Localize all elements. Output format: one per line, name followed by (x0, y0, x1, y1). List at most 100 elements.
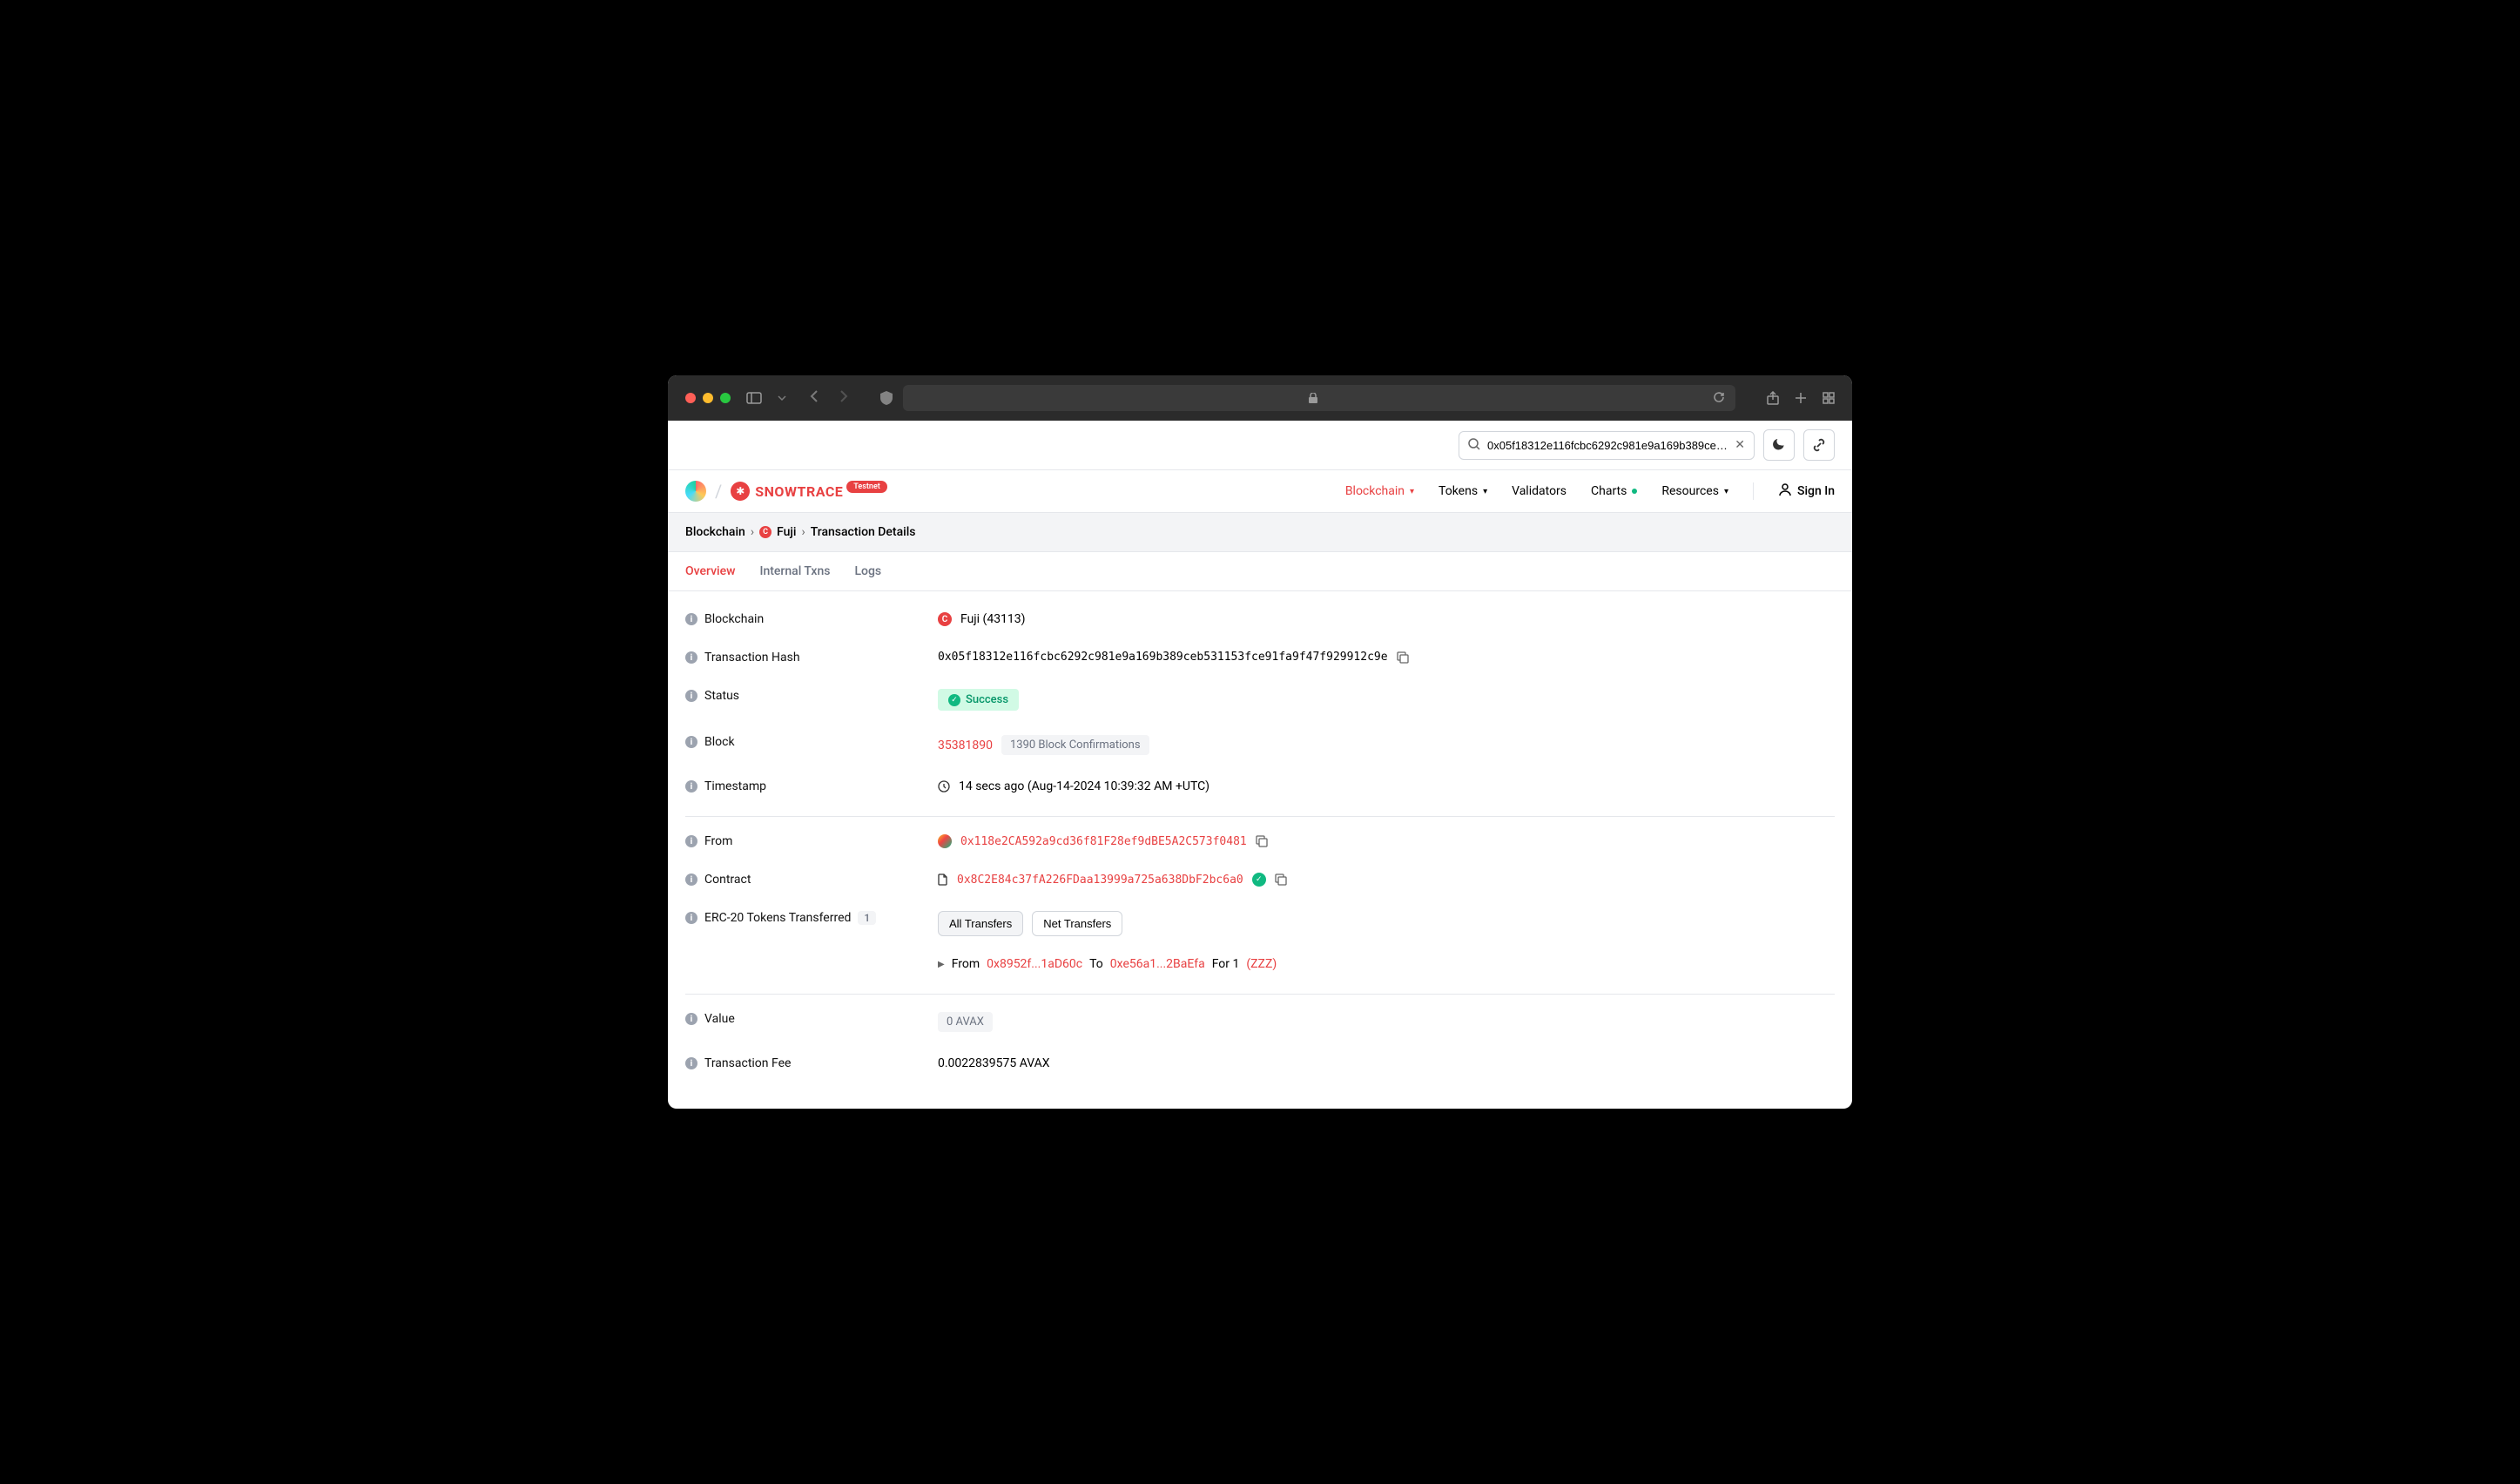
nav-divider (1753, 482, 1754, 500)
search-input[interactable] (1487, 439, 1728, 452)
transaction-details: i Blockchain C Fuji (43113) i Transactio… (668, 591, 1852, 1109)
chrome-right (1767, 391, 1835, 405)
maximize-window-button[interactable] (720, 393, 731, 403)
row-erc20: i ERC-20 Tokens Transferred 1 All Transf… (685, 899, 1835, 983)
info-icon[interactable]: i (685, 690, 697, 702)
label-text: Timestamp (704, 779, 766, 793)
chevron-down-icon: ▾ (1410, 487, 1414, 496)
nav-label: Tokens (1439, 484, 1478, 498)
main-nav: / ✱ SNOWTRACE Testnet Blockchain ▾ Token… (668, 470, 1852, 513)
search-box[interactable]: ✕ (1459, 431, 1755, 460)
label: i From (685, 834, 938, 848)
row-value: i Value 0 AVAX (685, 994, 1835, 1044)
nav-blockchain[interactable]: Blockchain ▾ (1345, 484, 1414, 498)
value: All Transfers Net Transfers ▶ From 0x895… (938, 911, 1835, 971)
theme-toggle-button[interactable] (1763, 429, 1795, 461)
label-text: Transaction Hash (704, 651, 800, 664)
info-icon[interactable]: i (685, 1057, 697, 1069)
value: 0x05f18312e116fcbc6292c981e9a169b389ceb5… (938, 651, 1835, 664)
transfer-from-link[interactable]: 0x8952f...1aD60c (987, 957, 1082, 971)
breadcrumb-separator: › (751, 525, 754, 539)
new-tab-icon[interactable] (1795, 391, 1807, 405)
back-button[interactable] (809, 389, 819, 407)
nav-validators[interactable]: Validators (1512, 484, 1567, 498)
value: C Fuji (43113) (938, 612, 1835, 626)
url-bar[interactable] (903, 385, 1735, 411)
block-link[interactable]: 35381890 (938, 739, 993, 752)
chrome-left (685, 389, 849, 407)
status-badge: ✓ Success (938, 689, 1019, 711)
row-hash: i Transaction Hash 0x05f18312e116fcbc629… (685, 638, 1835, 677)
search-icon (1468, 437, 1480, 454)
transfer-token-link[interactable]: (ZZZ) (1246, 957, 1277, 971)
label: i Status (685, 689, 938, 703)
privacy-shield-icon[interactable] (880, 391, 893, 405)
tab-internal-txns[interactable]: Internal Txns (759, 552, 830, 590)
signin-button[interactable]: Sign In (1778, 482, 1835, 500)
transfer-tabs: All Transfers Net Transfers (938, 911, 1122, 936)
info-icon[interactable]: i (685, 736, 697, 748)
info-icon[interactable]: i (685, 912, 697, 924)
label-text: Contract (704, 873, 751, 887)
label: i Blockchain (685, 612, 938, 626)
info-icon[interactable]: i (685, 835, 697, 847)
nav-tokens[interactable]: Tokens ▾ (1439, 484, 1487, 498)
share-icon[interactable] (1767, 391, 1779, 405)
traffic-lights (685, 393, 731, 403)
clear-search-icon[interactable]: ✕ (1735, 438, 1745, 452)
row-timestamp: i Timestamp 14 secs ago (Aug-14-2024 10:… (685, 767, 1835, 806)
value: 0 AVAX (938, 1012, 1835, 1032)
copy-icon[interactable] (1256, 835, 1268, 847)
breadcrumb-separator: › (801, 525, 805, 539)
reload-icon[interactable] (1713, 390, 1725, 407)
label: i Block (685, 735, 938, 749)
timestamp-value: 14 secs ago (Aug-14-2024 10:39:32 AM +UT… (959, 779, 1209, 793)
avalanche-logo-icon[interactable] (685, 481, 706, 502)
tabs-grid-icon[interactable] (1823, 391, 1835, 405)
nav-charts[interactable]: Charts (1591, 484, 1637, 498)
minimize-window-button[interactable] (703, 393, 713, 403)
label-text: Blockchain (704, 612, 764, 626)
sidebar-toggle-icon[interactable] (746, 392, 762, 404)
address-avatar-icon (938, 834, 952, 848)
transfer-to-link[interactable]: 0xe56a1...2BaEfa (1110, 957, 1205, 971)
snowtrace-logo[interactable]: ✱ SNOWTRACE Testnet (731, 482, 887, 501)
net-transfers-tab[interactable]: Net Transfers (1032, 911, 1122, 936)
contract-address-link[interactable]: 0x8C2E84c37fA226FDaa13999a725a638DbF2bc6… (957, 874, 1243, 887)
nav-label: Blockchain (1345, 484, 1405, 498)
hash-value: 0x05f18312e116fcbc6292c981e9a169b389ceb5… (938, 651, 1388, 664)
info-icon[interactable]: i (685, 874, 697, 886)
from-address-link[interactable]: 0x118e2CA592a9cd36f81F28ef9dBE5A2C573f04… (960, 835, 1247, 848)
value: 14 secs ago (Aug-14-2024 10:39:32 AM +UT… (938, 779, 1835, 793)
breadcrumb-fuji[interactable]: Fuji (777, 525, 796, 539)
to-label: To (1089, 957, 1103, 971)
logo-area: / ✱ SNOWTRACE Testnet (685, 481, 887, 502)
link-button[interactable] (1803, 429, 1835, 461)
contract-file-icon (938, 874, 948, 886)
info-icon[interactable]: i (685, 780, 697, 793)
forward-button[interactable] (839, 389, 849, 407)
copy-icon[interactable] (1275, 874, 1287, 886)
tab-logs[interactable]: Logs (854, 552, 881, 590)
label: i Transaction Hash (685, 651, 938, 664)
label-text: From (704, 834, 732, 848)
nav-label: Validators (1512, 484, 1567, 498)
row-from: i From 0x118e2CA592a9cd36f81F28ef9dBE5A2… (685, 816, 1835, 860)
info-icon[interactable]: i (685, 1013, 697, 1025)
snowtrace-icon: ✱ (731, 482, 750, 501)
dropdown-chevron-icon[interactable] (778, 395, 786, 401)
transfer-line: ▶ From 0x8952f...1aD60c To 0xe56a1...2Ba… (938, 957, 1277, 971)
tab-overview[interactable]: Overview (685, 552, 735, 590)
breadcrumb-blockchain[interactable]: Blockchain (685, 525, 745, 539)
value: ✓ Success (938, 689, 1835, 711)
chrome-center (880, 385, 1735, 411)
chain-badge-icon: C (938, 612, 952, 626)
value-chip: 0 AVAX (938, 1012, 993, 1032)
all-transfers-tab[interactable]: All Transfers (938, 911, 1023, 936)
label-text: Block (704, 735, 735, 749)
copy-icon[interactable] (1397, 651, 1409, 664)
nav-resources[interactable]: Resources ▾ (1661, 484, 1728, 498)
close-window-button[interactable] (685, 393, 696, 403)
info-icon[interactable]: i (685, 613, 697, 625)
info-icon[interactable]: i (685, 651, 697, 664)
